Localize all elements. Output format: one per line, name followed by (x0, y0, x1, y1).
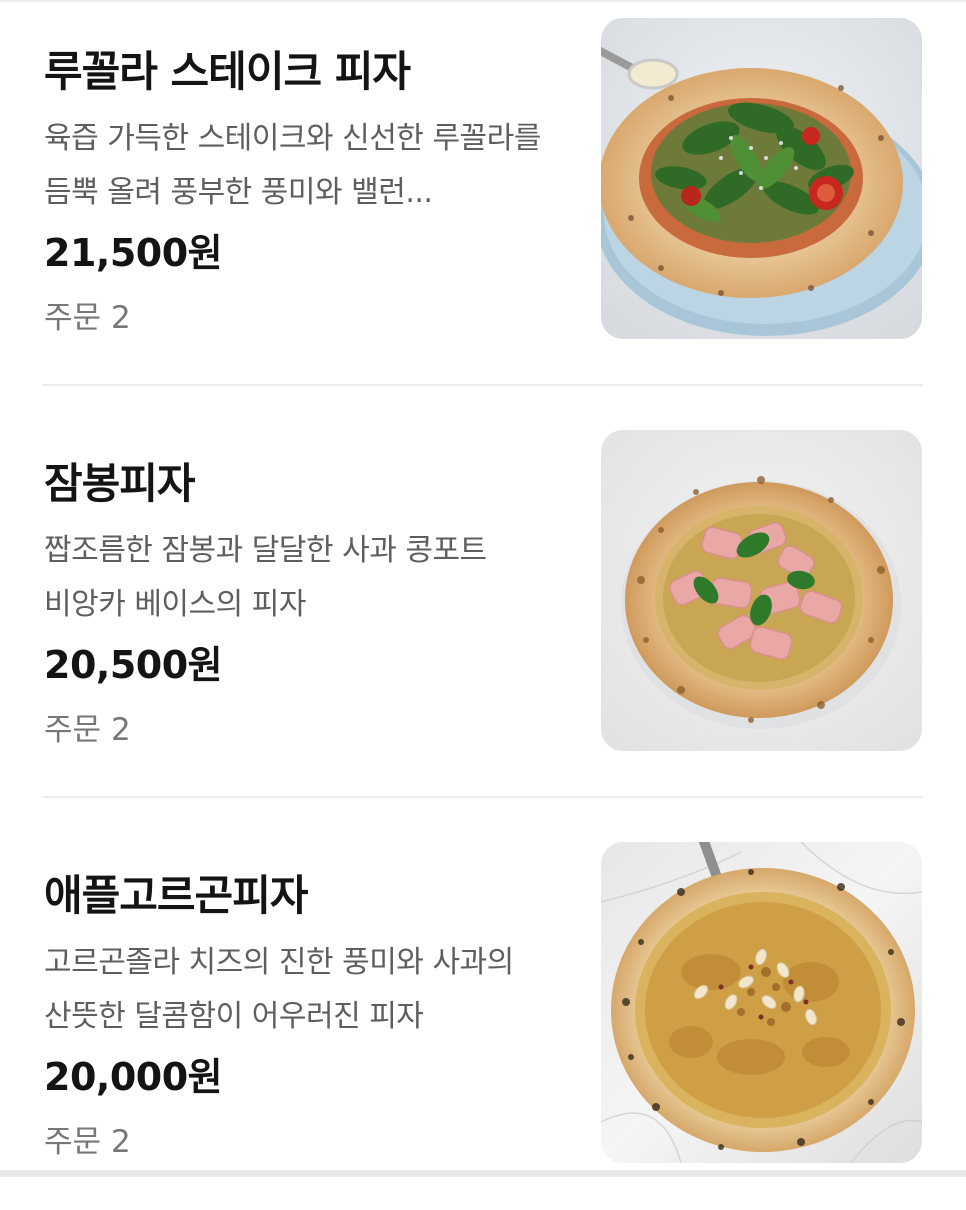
menu-item-description: 고르곤졸라 치즈의 진한 풍미와 사과의 산뜻한 달콤함이 어우러진 피자 (44, 945, 514, 1034)
menu-item-apple-gorgonzola-pizza[interactable]: 애플고르곤피자 고르곤졸라 치즈의 진한 풍미와 사과의 산뜻한 달콤함이 어우… (0, 824, 966, 1210)
order-label: 주문 (44, 1124, 102, 1160)
menu-item-jambon-pizza[interactable]: 잠봉피자 짭조름한 잠봉과 달달한 사과 콩포트 비앙카 베이스의 피자 20,… (0, 412, 966, 798)
menu-item-description: 육즙 가득한 스테이크와 신선한 루꼴라를 듬뿍 올려 풍부한 풍미와 밸런..… (44, 121, 541, 210)
pizza-photo-jambon[interactable] (601, 430, 922, 751)
menu-divider (43, 384, 923, 386)
order-label: 주문 (44, 712, 102, 748)
menu-item-price: 21,500원 (44, 231, 223, 275)
order-count-value: 2 (111, 1124, 131, 1160)
menu-item-price: 20,500원 (44, 643, 223, 687)
menu-item-price: 20,000원 (44, 1055, 223, 1099)
pizza-photo-apple-gorgonzola[interactable] (601, 842, 922, 1163)
order-count-value: 2 (111, 712, 131, 748)
order-count-value: 2 (111, 300, 131, 336)
menu-item-name: 루꼴라 스테이크 피자 (44, 47, 411, 96)
menu-item-order-count: 주문 2 (44, 292, 131, 337)
bottom-edge (0, 1170, 966, 1177)
menu-item-description: 짭조름한 잠봉과 달달한 사과 콩포트 비앙카 베이스의 피자 (44, 533, 487, 622)
menu-item-order-count: 주문 2 (44, 1116, 131, 1161)
menu-item-rucola-steak-pizza[interactable]: 루꼴라 스테이크 피자 육즙 가득한 스테이크와 신선한 루꼴라를 듬뿍 올려 … (0, 0, 966, 386)
menu-item-order-count: 주문 2 (44, 704, 131, 749)
menu-item-name: 애플고르곤피자 (44, 871, 308, 920)
pizza-photo-rucola-steak[interactable] (601, 18, 922, 339)
order-label: 주문 (44, 300, 102, 336)
menu-item-name: 잠봉피자 (44, 459, 196, 508)
menu-divider (43, 796, 923, 798)
